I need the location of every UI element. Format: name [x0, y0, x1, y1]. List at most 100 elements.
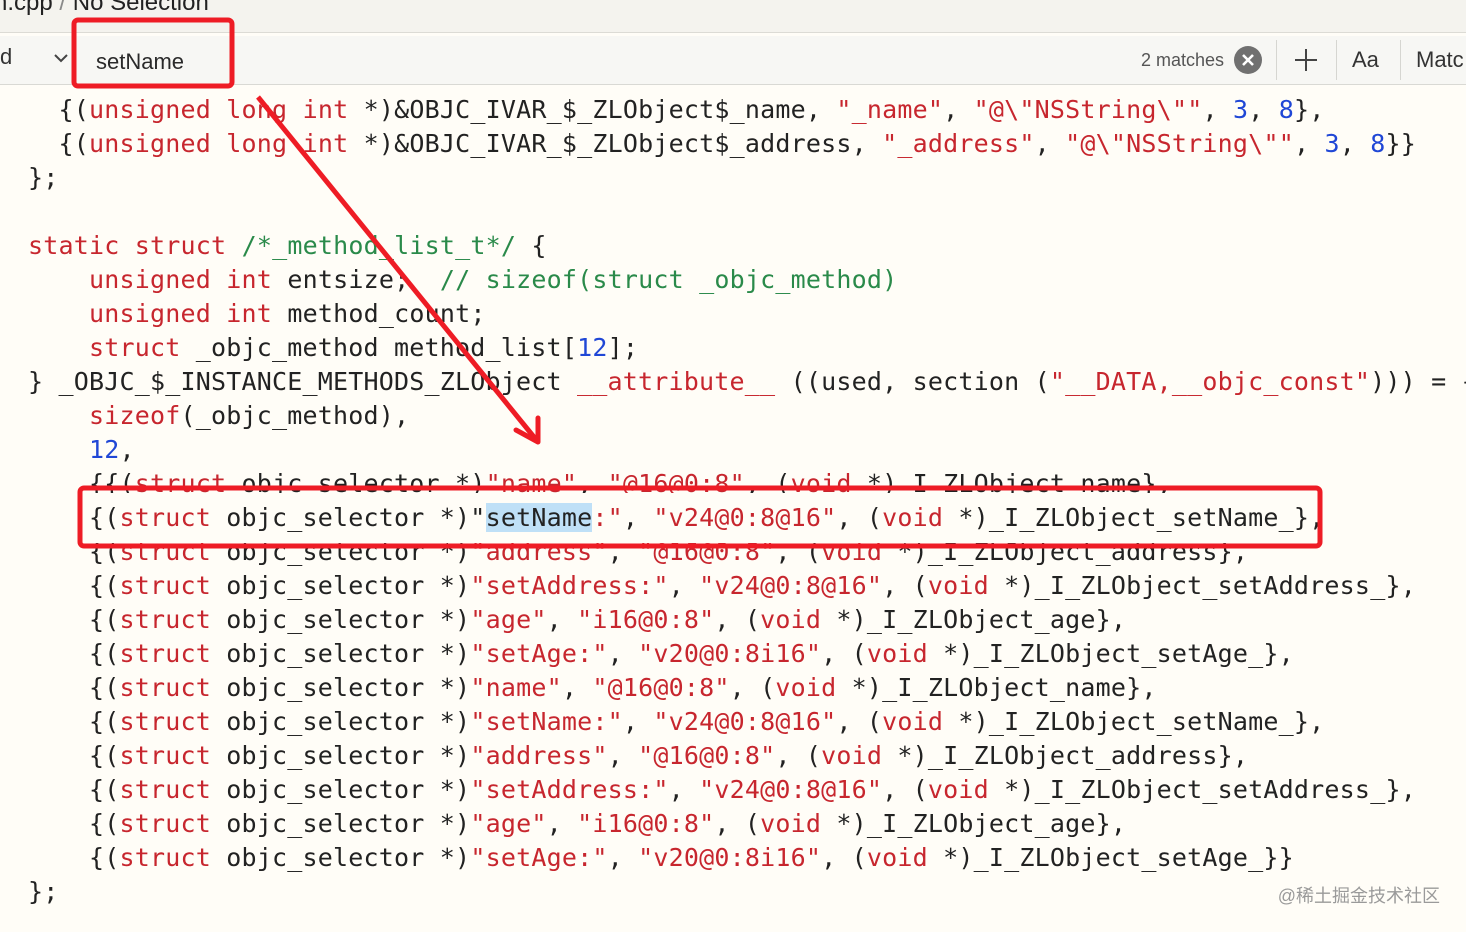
- code-token: {(: [28, 707, 120, 736]
- match-count: 2 matches: [1140, 50, 1224, 70]
- code-token: ,: [607, 843, 639, 872]
- code-token: ,: [607, 741, 639, 770]
- code-token: void: [927, 571, 989, 600]
- code-token: ,: [1339, 129, 1371, 158]
- code-line[interactable]: {(struct objc_selector *)"setAddress:" , …: [28, 569, 1416, 603]
- code-token: *)_I_ZLObject_setAddress_},: [988, 571, 1416, 600]
- breadcrumb-selection[interactable]: No Selection: [73, 0, 209, 16]
- code-token: {(: [28, 639, 120, 668]
- clear-search-icon[interactable]: [1234, 46, 1262, 74]
- code-token: *)_I_ZLObject_setAddress_},: [988, 775, 1416, 804]
- code-token: "v20@0:8i16": [638, 843, 822, 872]
- code-line[interactable]: };: [28, 161, 59, 195]
- code-token: ,: [668, 571, 700, 600]
- code-token: 3: [1232, 95, 1249, 124]
- code-line[interactable]: {(struct objc_selector *)"setAge:", "v20…: [28, 637, 1294, 671]
- code-token: {(: [28, 741, 120, 770]
- code-line[interactable]: {(struct objc_selector *)"address", "@16…: [28, 537, 1249, 569]
- match-mode-button[interactable]: Matc: [1416, 47, 1464, 73]
- code-line[interactable]: 12,: [28, 433, 135, 467]
- code-token: struct: [119, 741, 212, 770]
- code-token: "i16@0:8": [577, 809, 715, 838]
- code-token: objc_selector *)": [211, 503, 486, 532]
- add-icon[interactable]: [1292, 46, 1320, 74]
- code-token: entsize;: [272, 265, 440, 294]
- code-token: int: [302, 95, 349, 124]
- code-token: "address": [470, 741, 608, 770]
- code-token: *)&OBJC_IVAR_$_ZLObject$_name,: [348, 95, 837, 124]
- code-token: void: [882, 707, 944, 736]
- code-token: ,: [1248, 95, 1279, 124]
- code-line[interactable]: unsigned int method_count;: [28, 297, 486, 331]
- code-token: },: [1294, 95, 1325, 124]
- code-line[interactable]: {(unsigned long int *)&OBJC_IVAR_$_ZLObj…: [28, 93, 1325, 127]
- code-line[interactable]: static struct /*_method_list_t*/ {: [28, 229, 547, 263]
- code-token: ,: [943, 95, 974, 124]
- code-line[interactable]: {(struct objc_selector *)"age", "i16@0:8…: [28, 603, 1126, 637]
- code-token: struct: [119, 537, 212, 566]
- code-token: void: [760, 605, 822, 634]
- code-token: 12: [577, 333, 608, 362]
- code-token: , (: [836, 503, 883, 532]
- code-token: ,: [668, 775, 700, 804]
- code-token: method_count;: [272, 299, 486, 328]
- code-token: "_address": [882, 129, 1035, 158]
- code-line[interactable]: {(struct objc_selector *)"setName:", "v2…: [28, 705, 1324, 739]
- code-token: *)_I_ZLObject_address},: [882, 537, 1249, 566]
- code-line[interactable]: struct _objc_method method_list[12];: [28, 331, 638, 365]
- code-line[interactable]: {(unsigned long int *)&OBJC_IVAR_$_ZLObj…: [28, 127, 1416, 161]
- code-line[interactable]: {{(struct objc_selector *)"name", "@16@0…: [28, 467, 1172, 498]
- match-case-button[interactable]: Aa: [1352, 47, 1379, 73]
- code-line[interactable]: sizeof(_objc_method),: [28, 399, 409, 433]
- code-token: *)_I_ZLObject_address},: [882, 741, 1249, 770]
- search-input[interactable]: setName: [80, 40, 1280, 80]
- code-line[interactable]: {(struct objc_selector *)"setAddress:" , …: [28, 773, 1416, 807]
- code-token: ,: [546, 605, 578, 634]
- code-line[interactable]: {(struct objc_selector *)"setName:", "v2…: [28, 501, 1324, 535]
- code-token: (_objc_method),: [180, 401, 410, 430]
- code-token: ,: [561, 673, 593, 702]
- code-editor[interactable]: {( unsigned long int *)&OBJC_IVAR_$_ZLObj…: [0, 84, 1466, 932]
- code-token: *)_I_ZLObject_age},: [821, 605, 1127, 634]
- code-token: objc_selector *): [211, 775, 471, 804]
- code-token: objc_selector *): [211, 537, 471, 566]
- code-line[interactable]: };: [28, 875, 59, 909]
- code-token: sizeof: [89, 401, 181, 430]
- code-token: long: [226, 129, 288, 158]
- code-token: void: [821, 741, 883, 770]
- code-line[interactable]: {(struct objc_selector *)"address", "@16…: [28, 739, 1248, 773]
- code-token: "setName:": [470, 707, 623, 736]
- breadcrumb-file[interactable]: n.cpp: [0, 0, 53, 16]
- code-line[interactable]: {(struct objc_selector *)"age", "i16@0:8…: [28, 807, 1126, 841]
- code-token: void: [927, 775, 989, 804]
- search-input-value[interactable]: setName: [96, 49, 184, 75]
- chevron-down-icon[interactable]: [52, 49, 70, 67]
- find-mode-label[interactable]: d: [0, 44, 12, 70]
- code-line[interactable]: } _OBJC_$_INSTANCE_METHODS_ZLObject __at…: [28, 365, 1466, 399]
- code-token: , (: [714, 809, 761, 838]
- code-token: "v20@0:8i16": [638, 639, 822, 668]
- code-token: "v24@0:8@16": [653, 707, 837, 736]
- code-token: // sizeof(struct _objc_method): [439, 265, 898, 294]
- code-token: struct: [134, 231, 227, 260]
- code-token: ,: [622, 503, 654, 532]
- code-token: 12: [89, 435, 120, 464]
- code-token: "age": [470, 809, 547, 838]
- code-line[interactable]: unsigned int entsize; // sizeof(struct _…: [28, 263, 897, 297]
- code-token: "setAge:": [470, 843, 608, 872]
- code-token: ,: [607, 639, 639, 668]
- code-token: :": [592, 503, 623, 532]
- code-line[interactable]: {(struct objc_selector *)"name", "@16@0:…: [28, 671, 1157, 705]
- code-token: {(: [28, 809, 120, 838]
- code-token: , (: [882, 775, 928, 804]
- code-token: {: [516, 231, 547, 260]
- code-line[interactable]: {(struct objc_selector *)"setAge:", "v20…: [28, 841, 1294, 875]
- code-token: void: [790, 469, 852, 498]
- code-token: unsigned: [89, 95, 212, 124]
- code-token: void: [821, 537, 883, 566]
